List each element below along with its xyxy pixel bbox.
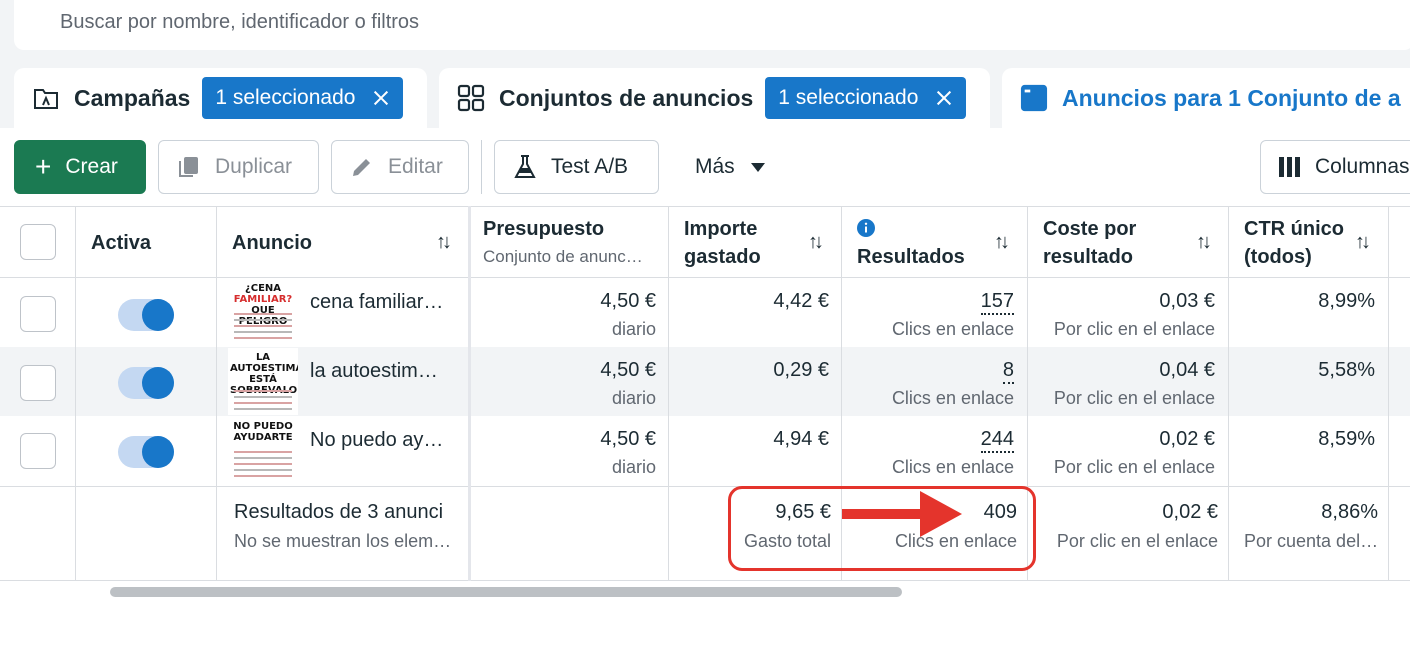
tab-campaigns-title: Campañas [74, 84, 191, 111]
ctr-value: 8,99% [1318, 290, 1375, 312]
cost-type: Por clic en el enlace [1053, 388, 1215, 408]
budget-value: 4,50 € [600, 428, 656, 450]
flask-icon [513, 154, 537, 180]
col-cost-per-result[interactable]: Coste por resultado [1043, 207, 1136, 279]
edit-button[interactable]: Editar [331, 140, 469, 194]
col-spent[interactable]: Importe gastado [684, 207, 761, 279]
caret-down-icon [750, 162, 765, 172]
ctr-value: 8,59% [1318, 428, 1375, 450]
active-toggle[interactable] [118, 299, 174, 331]
cost-value: 0,03 € [1159, 290, 1215, 312]
columns-icon [1279, 157, 1301, 177]
spent-value: 0,29 € [773, 359, 829, 381]
cost-value: 0,04 € [1159, 359, 1215, 381]
total-cost-type: Por clic en el enlace [1056, 531, 1218, 551]
col-ad[interactable]: Anuncio [232, 207, 312, 279]
scrollbar-thumb[interactable] [110, 587, 902, 597]
col-divider [668, 206, 669, 581]
col-results[interactable]: Resultados [857, 207, 965, 279]
col-divider [1388, 206, 1389, 581]
ab-test-button[interactable]: Test A/B [494, 140, 659, 194]
sort-icon[interactable]: ↑↓ [1355, 231, 1371, 254]
info-icon[interactable] [857, 215, 965, 243]
spent-value: 4,42 € [773, 290, 829, 312]
adsets-selection-chip[interactable]: 1 seleccionado [765, 77, 967, 119]
annotation-arrow [842, 509, 922, 519]
more-button[interactable]: Más [672, 140, 782, 194]
folder-icon [32, 84, 60, 112]
ad-name-link[interactable]: la autoestim… [310, 360, 438, 383]
pencil-icon [350, 155, 374, 179]
tab-adsets-title: Conjuntos de anuncios [499, 84, 754, 111]
close-icon[interactable] [936, 90, 952, 106]
total-ctr-value: 8,86% [1321, 501, 1378, 523]
create-button[interactable]: + Crear [14, 140, 146, 194]
col-budget[interactable]: Presupuesto Conjunto de anunc… [483, 207, 663, 279]
select-all-checkbox[interactable] [20, 224, 56, 260]
col-divider [1228, 206, 1229, 581]
row-checkbox[interactable] [20, 433, 56, 469]
col-divider [75, 206, 76, 581]
table-header: Activa Anuncio ↑↓ Presupuesto Conjunto de… [0, 206, 1410, 278]
plus-icon: + [35, 151, 52, 182]
cost-value: 0,02 € [1159, 428, 1215, 450]
annotation-highlight-box [728, 486, 1036, 571]
ad-thumbnail[interactable]: LA AUTOESTIMAESTÁSOBREVALORADA [228, 348, 298, 415]
close-icon[interactable] [373, 90, 389, 106]
ctr-value: 5,58% [1318, 359, 1375, 381]
toolbar: + Crear Duplicar Editar Test A/B Más Col… [0, 128, 1410, 206]
cost-type: Por clic en el enlace [1053, 319, 1215, 339]
sort-icon[interactable]: ↑↓ [436, 231, 452, 254]
results-type: Clics en enlace [891, 319, 1014, 339]
total-cost-value: 0,02 € [1162, 501, 1218, 523]
annotation-arrow-head [920, 491, 962, 537]
results-value[interactable]: 157 [980, 290, 1014, 315]
row-checkbox[interactable] [20, 365, 56, 401]
columns-button[interactable]: Columnas [1260, 140, 1410, 194]
duplicate-icon [177, 155, 201, 179]
total-ctr-type: Por cuenta del… [1244, 531, 1379, 551]
col-divider [216, 206, 217, 581]
ad-name-link[interactable]: cena familiar… [310, 291, 443, 314]
active-toggle[interactable] [118, 367, 174, 399]
campaigns-selection-chip[interactable]: 1 seleccionado [202, 77, 404, 119]
ad-thumbnail[interactable]: NO PUEDO AYUDARTE [228, 417, 298, 484]
active-toggle[interactable] [118, 436, 174, 468]
search-bar[interactable]: Buscar por nombre, identificador o filtr… [14, 0, 1410, 50]
spent-value: 4,94 € [773, 428, 829, 450]
cost-type: Por clic en el enlace [1053, 457, 1215, 477]
col-divider [468, 206, 471, 581]
duplicate-button[interactable]: Duplicar [158, 140, 319, 194]
results-value[interactable]: 244 [980, 428, 1014, 453]
toolbar-divider [481, 140, 482, 194]
grid-icon [457, 84, 485, 112]
budget-period: diario [611, 319, 656, 339]
sort-icon[interactable]: ↑↓ [808, 231, 824, 254]
ad-name-link[interactable]: No puedo ay… [310, 429, 443, 452]
sort-icon[interactable]: ↑↓ [1196, 231, 1212, 254]
results-value[interactable]: 8 [1002, 359, 1014, 384]
row-checkbox[interactable] [20, 296, 56, 332]
results-type: Clics en enlace [891, 388, 1014, 408]
col-active[interactable]: Activa [91, 207, 151, 279]
budget-value: 4,50 € [600, 290, 656, 312]
search-input[interactable]: Buscar por nombre, identificador o filtr… [60, 11, 419, 34]
ad-thumbnail[interactable]: ¿CENA FAMILIAR? QUE PELIGRO [228, 279, 298, 346]
tab-ads-title: Anuncios para 1 Conjunto de a [1062, 84, 1401, 111]
totals-label: Resultados de 3 anunci [234, 501, 444, 523]
budget-period: diario [611, 388, 656, 408]
budget-value: 4,50 € [600, 359, 656, 381]
totals-label-sub: No se muestran los elem… [234, 531, 452, 551]
col-unique-ctr[interactable]: CTR único (todos) [1244, 207, 1344, 279]
ad-icon [1020, 84, 1048, 112]
budget-period: diario [611, 457, 656, 477]
sort-icon[interactable]: ↑↓ [994, 231, 1010, 254]
results-type: Clics en enlace [891, 457, 1014, 477]
